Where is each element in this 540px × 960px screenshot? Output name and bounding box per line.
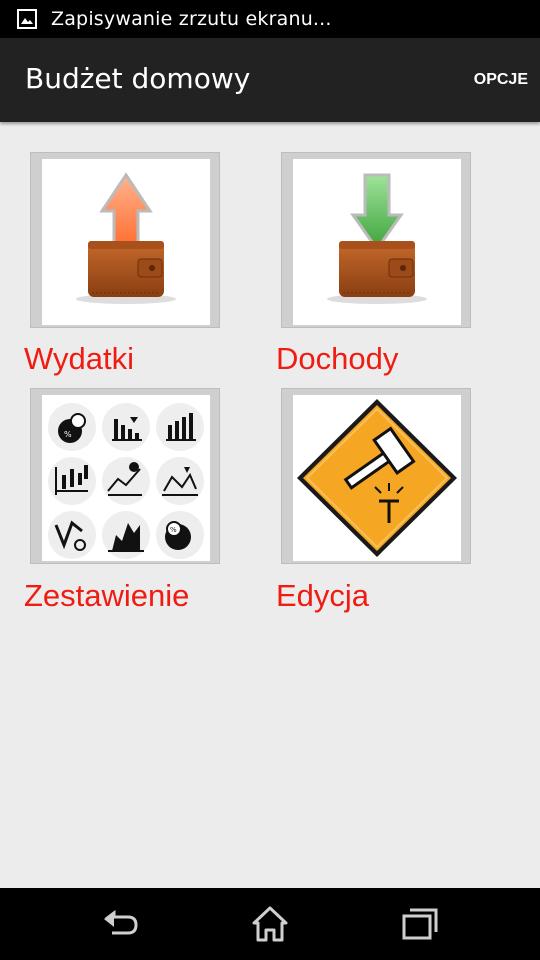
tile-wydatki[interactable] bbox=[30, 152, 220, 328]
charts-icon: % % bbox=[48, 403, 204, 559]
tile-dochody[interactable] bbox=[281, 152, 471, 328]
action-bar: Budżet domowy OPCJE bbox=[0, 38, 540, 122]
home-icon[interactable] bbox=[248, 902, 292, 946]
tile-image-dochody bbox=[293, 159, 461, 325]
image-icon bbox=[17, 9, 37, 29]
app-title: Budżet domowy bbox=[25, 62, 251, 95]
tile-image-zestawienie: % % bbox=[42, 395, 210, 561]
tile-label-edycja[interactable]: Edycja bbox=[276, 578, 369, 614]
status-notification-text: Zapisywanie zrzutu ekranu... bbox=[51, 8, 332, 30]
back-icon[interactable] bbox=[98, 902, 142, 946]
status-bar: Zapisywanie zrzutu ekranu... bbox=[0, 0, 540, 38]
navigation-bar bbox=[0, 888, 540, 960]
svg-text:%: % bbox=[170, 526, 177, 534]
tile-image-edycja bbox=[293, 395, 461, 561]
svg-text:%: % bbox=[64, 430, 72, 439]
tile-zestawienie[interactable]: % % bbox=[30, 388, 220, 564]
options-menu-button[interactable]: OPCJE bbox=[474, 71, 528, 89]
tile-label-dochody[interactable]: Dochody bbox=[276, 341, 398, 377]
wallet-arrow-down-icon bbox=[327, 173, 427, 304]
hammer-sign-icon bbox=[297, 399, 457, 557]
tile-image-wydatki bbox=[42, 159, 210, 325]
tile-label-zestawienie[interactable]: Zestawienie bbox=[24, 578, 189, 614]
recent-apps-icon[interactable] bbox=[398, 902, 442, 946]
wallet-arrow-up-icon bbox=[76, 172, 176, 304]
tile-label-wydatki[interactable]: Wydatki bbox=[24, 341, 134, 377]
tile-edycja[interactable] bbox=[281, 388, 471, 564]
